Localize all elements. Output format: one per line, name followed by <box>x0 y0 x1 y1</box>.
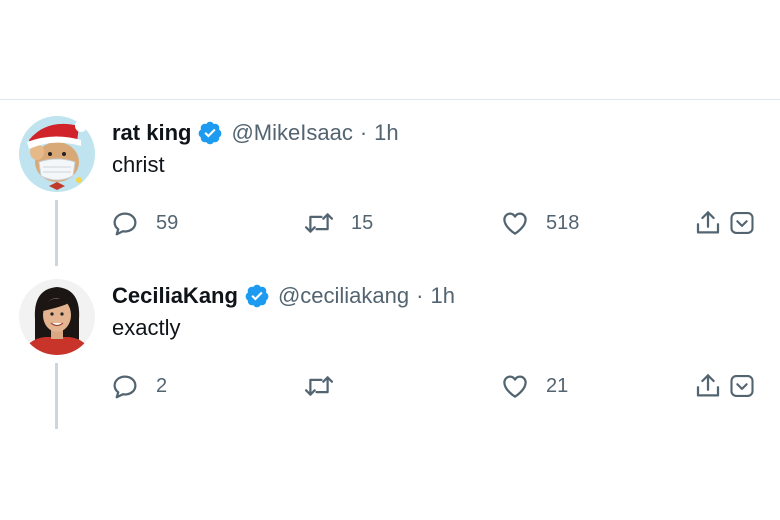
user-handle[interactable]: @ceciliakang <box>278 283 409 309</box>
timeline-divider <box>0 99 780 100</box>
tweet-header: rat king @MikeIsaac · 1h <box>112 119 399 147</box>
share-button[interactable] <box>693 369 723 403</box>
tweet-actions: 59 15 518 <box>0 206 780 240</box>
separator-dot: · <box>359 120 368 145</box>
tweet-actions: 2 21 <box>0 369 780 403</box>
reply-button[interactable]: 2 <box>110 369 167 403</box>
display-name[interactable]: rat king <box>112 120 191 146</box>
heart-icon <box>500 208 530 238</box>
retweet-icon <box>303 371 335 401</box>
verified-badge-icon <box>244 283 270 309</box>
reply-count: 2 <box>156 374 168 397</box>
like-button[interactable]: 21 <box>500 369 568 403</box>
user-handle[interactable]: @MikeIsaac <box>231 120 352 146</box>
tweet-header: CeciliaKang @ceciliakang · 1h <box>112 282 455 310</box>
chevron-down-icon <box>728 372 756 400</box>
share-button[interactable] <box>693 206 723 240</box>
reply-button[interactable]: 59 <box>110 206 178 240</box>
retweet-button[interactable]: 15 <box>303 206 373 240</box>
share-icon <box>693 208 723 238</box>
tweet-text: christ <box>112 152 165 177</box>
tweet[interactable]: CeciliaKang @ceciliakang · 1h exactly 2 <box>0 275 780 435</box>
tweet[interactable]: rat king @MikeIsaac · 1h christ 59 15 51… <box>0 112 780 272</box>
timestamp[interactable]: 1h <box>430 283 454 309</box>
like-button[interactable]: 518 <box>500 206 579 240</box>
retweet-count: 15 <box>351 211 374 234</box>
retweet-icon <box>303 208 335 238</box>
more-options-button[interactable] <box>728 206 756 240</box>
reply-icon <box>110 208 140 238</box>
verified-badge-icon <box>197 120 223 146</box>
share-icon <box>693 371 723 401</box>
chevron-down-icon <box>728 209 756 237</box>
more-options-button[interactable] <box>728 369 756 403</box>
like-count: 21 <box>546 374 569 397</box>
display-name[interactable]: CeciliaKang <box>112 283 238 309</box>
timestamp[interactable]: 1h <box>374 120 398 146</box>
separator-dot: · <box>416 283 424 308</box>
retweet-button[interactable] <box>303 369 351 403</box>
like-count: 518 <box>546 211 580 234</box>
reply-count: 59 <box>156 211 179 234</box>
reply-icon <box>110 371 140 401</box>
tweet-text: exactly <box>112 315 181 340</box>
heart-icon <box>500 371 530 401</box>
avatar[interactable] <box>19 116 95 192</box>
avatar[interactable] <box>19 279 95 355</box>
